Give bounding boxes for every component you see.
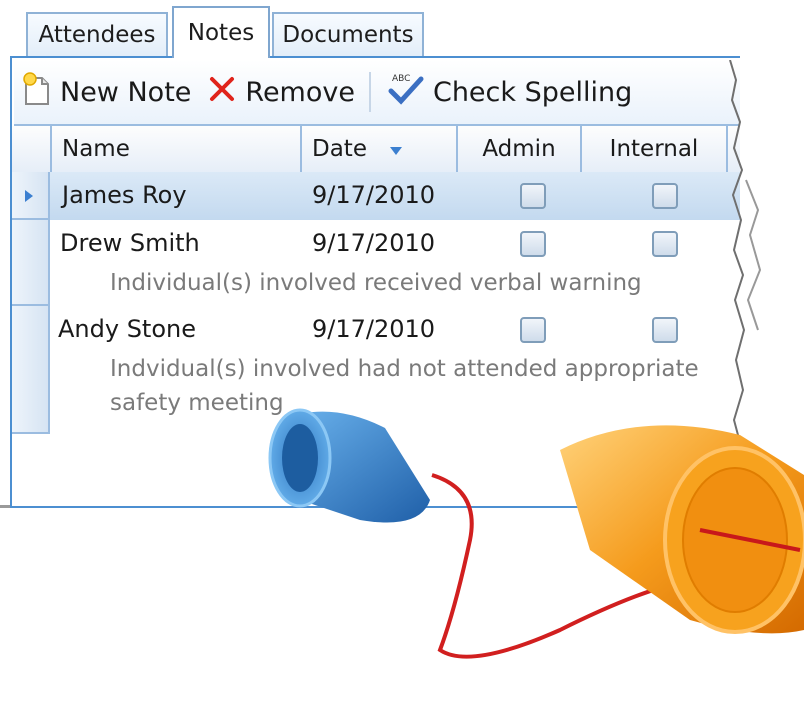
admin-checkbox[interactable] — [520, 317, 546, 343]
tab-documents-label: Documents — [282, 22, 414, 48]
row-name: Andy Stone — [58, 315, 196, 343]
internal-checkbox[interactable] — [652, 183, 678, 209]
orange-can-icon — [560, 425, 804, 634]
row-date: 9/17/2010 — [312, 229, 436, 257]
row-name: James Roy — [62, 181, 187, 209]
tab-attendees[interactable]: Attendees — [26, 12, 168, 56]
tin-can-telephone-illustration — [268, 408, 804, 659]
admin-checkbox[interactable] — [520, 231, 546, 257]
remove-label: Remove — [245, 76, 355, 108]
blue-can-icon — [268, 408, 430, 523]
row-date: 9/17/2010 — [312, 315, 436, 343]
tab-documents[interactable]: Documents — [272, 12, 424, 56]
current-row-arrow-icon — [25, 190, 33, 202]
row-selector[interactable] — [12, 172, 50, 220]
tab-attendees-label: Attendees — [38, 22, 156, 48]
column-header-date[interactable]: Date — [302, 126, 458, 172]
new-note-icon — [22, 71, 52, 113]
column-header-name-label: Name — [62, 136, 130, 162]
remove-icon — [207, 74, 237, 111]
table-row[interactable]: Drew Smith 9/17/2010 Individual(s) invol… — [50, 220, 740, 306]
column-header-internal[interactable]: Internal — [582, 126, 728, 172]
grid-header: Name Date Admin Internal — [12, 126, 740, 174]
header-row-selector — [12, 126, 52, 172]
admin-checkbox[interactable] — [520, 183, 546, 209]
spell-check-badge: ABC — [392, 74, 410, 84]
internal-checkbox[interactable] — [652, 231, 678, 257]
table-row[interactable]: James Roy 9/17/2010 — [50, 172, 740, 220]
row-name: Drew Smith — [60, 229, 200, 257]
spell-check-icon: ABC — [385, 71, 425, 114]
tab-notes[interactable]: Notes — [172, 6, 270, 58]
tab-notes-label: Notes — [187, 20, 255, 46]
column-header-internal-label: Internal — [609, 136, 699, 162]
toolbar-separator — [368, 72, 371, 112]
column-header-admin[interactable]: Admin — [458, 126, 582, 172]
new-note-label: New Note — [60, 76, 192, 108]
remove-button[interactable]: Remove — [199, 74, 363, 111]
column-header-name[interactable]: Name — [52, 126, 302, 172]
row-date: 9/17/2010 — [312, 181, 436, 209]
row-note: Individual(s) involved received verbal w… — [110, 270, 642, 296]
internal-checkbox[interactable] — [652, 317, 678, 343]
column-header-date-label: Date — [312, 136, 367, 162]
row-selector[interactable] — [12, 220, 50, 306]
sort-desc-icon — [389, 136, 403, 162]
check-spelling-button[interactable]: ABC Check Spelling — [377, 71, 640, 114]
new-note-button[interactable]: New Note — [14, 71, 199, 113]
notes-toolbar: New Note Remove ABC Check Spelling — [14, 60, 740, 126]
check-spelling-label: Check Spelling — [432, 76, 633, 108]
column-header-admin-label: Admin — [482, 136, 556, 162]
